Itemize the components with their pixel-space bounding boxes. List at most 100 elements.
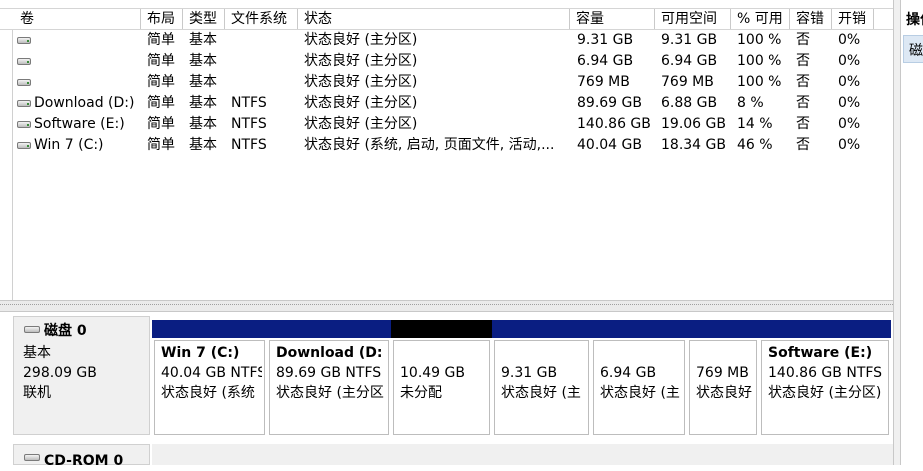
actions-splitter[interactable] [893, 0, 900, 465]
volume-row[interactable]: 简单 基本 状态良好 (主分区) 9.31 GB 9.31 GB 100 % 否 0% [0, 30, 893, 51]
disk-0-label[interactable]: 磁盘 0 基本 298.09 GB 联机 [13, 316, 150, 435]
partition-block[interactable]: 9.31 GB 状态良好 (主 [492, 320, 591, 437]
partition-size: 769 MB [696, 365, 749, 381]
volume-fault-tolerance: 否 [796, 116, 810, 132]
volume-row[interactable]: 简单 基本 状态良好 (主分区) 6.94 GB 6.94 GB 100 % 否 0% [0, 51, 893, 72]
unallocated-color-bar [391, 320, 492, 338]
volume-row[interactable]: Win 7 (C:) 简单 基本 NTFS 状态良好 (系统, 启动, 页面文件, 活动… [0, 135, 893, 156]
volume-overhead: 0% [838, 95, 861, 111]
partition-size: 140.86 GB NTFS [768, 365, 883, 381]
volume-percent-free: 46 % [737, 137, 773, 153]
volume-layout: 简单 [147, 95, 175, 111]
partition-status: 状态良好 (主分区 [276, 385, 384, 401]
disk-0-state: 联机 [23, 385, 51, 401]
volume-row[interactable]: 简单 基本 状态良好 (主分区) 769 MB 769 MB 100 % 否 0% [0, 72, 893, 93]
column-header-percent-free[interactable]: % 可用 [731, 9, 790, 29]
volume-type: 基本 [189, 137, 217, 153]
cdrom-0-name: CD-ROM 0 [44, 453, 124, 469]
volume-status: 状态良好 (系统, 启动, 页面文件, 活动,... [304, 137, 555, 153]
volume-fault-tolerance: 否 [796, 32, 810, 48]
volume-fault-tolerance: 否 [796, 53, 810, 69]
volume-name [34, 51, 141, 72]
primary-partition-color-bar [591, 320, 687, 338]
volume-capacity: 9.31 GB [577, 32, 634, 48]
partition-block[interactable]: Software (E:) 140.86 GB NTFS 状态良好 (主分区) [759, 320, 891, 437]
column-header-layout[interactable]: 布局 [141, 9, 183, 29]
primary-partition-color-bar [687, 320, 759, 338]
partition-status: 未分配 [400, 385, 442, 401]
volume-icon [17, 100, 31, 107]
volume-layout: 简单 [147, 53, 175, 69]
partition-status: 状态良好 (主 [501, 385, 581, 401]
volume-status: 状态良好 (主分区) [304, 32, 418, 48]
pane-splitter[interactable] [0, 300, 893, 312]
column-header-capacity[interactable]: 容量 [570, 9, 655, 29]
volume-filesystem: NTFS [231, 95, 267, 111]
volume-percent-free: 14 % [737, 116, 773, 132]
partition-block[interactable]: Download (D: 89.69 GB NTFS 状态良好 (主分区 [267, 320, 391, 437]
partition-size: 10.49 GB [400, 365, 465, 381]
partition-body: 6.94 GB 状态良好 (主 [593, 340, 685, 435]
cdrom-0-label[interactable]: CD-ROM 0 [13, 444, 150, 469]
partition-block[interactable]: 769 MB 状态良好 [687, 320, 759, 437]
column-header-filesystem[interactable]: 文件系统 [225, 9, 298, 29]
volume-icon [17, 142, 31, 149]
volume-capacity: 769 MB [577, 74, 630, 90]
partition-size: 6.94 GB [600, 365, 657, 381]
partition-body: Win 7 (C:) 40.04 GB NTFS 状态良好 (系统 [154, 340, 265, 435]
volume-overhead: 0% [838, 74, 861, 90]
action-item-disk[interactable]: 磁盘 [903, 35, 923, 63]
cdrom-icon [24, 454, 40, 461]
column-header-fault-tolerance[interactable]: 容错 [790, 9, 832, 29]
volume-overhead: 0% [838, 116, 861, 132]
volume-list-header: 卷 布局 类型 文件系统 状态 容量 可用空间 % 可用 容错 开销 [0, 8, 893, 30]
volume-icon [17, 58, 31, 65]
cdrom-0-area[interactable] [152, 444, 893, 465]
volume-free-space: 18.34 GB [661, 137, 726, 153]
volume-type: 基本 [189, 74, 217, 90]
primary-partition-color-bar [152, 320, 267, 338]
partition-status: 状态良好 (主分区) [768, 385, 882, 401]
volume-fault-tolerance: 否 [796, 137, 810, 153]
unallocated-space-block[interactable]: 10.49 GB 未分配 [391, 320, 492, 437]
column-header-volume[interactable]: 卷 [14, 9, 141, 29]
volume-overhead: 0% [838, 53, 861, 69]
hard-disk-icon [24, 326, 40, 333]
volume-filesystem [231, 51, 298, 72]
volume-overhead: 0% [838, 137, 861, 153]
volume-capacity: 6.94 GB [577, 53, 634, 69]
volume-status: 状态良好 (主分区) [304, 53, 418, 69]
volume-percent-free: 100 % [737, 32, 782, 48]
disk-0-type: 基本 [23, 345, 51, 361]
volume-row[interactable]: Download (D:) 简单 基本 NTFS 状态良好 (主分区) 89.69 GB 6… [0, 93, 893, 114]
partition-title: Download (D: [276, 345, 383, 361]
volume-status: 状态良好 (主分区) [304, 116, 418, 132]
volume-capacity: 89.69 GB [577, 95, 642, 111]
volume-layout: 简单 [147, 32, 175, 48]
column-header-free-space[interactable]: 可用空间 [655, 9, 731, 29]
partition-block[interactable]: Win 7 (C:) 40.04 GB NTFS 状态良好 (系统 [152, 320, 267, 437]
partition-block[interactable]: 6.94 GB 状态良好 (主 [591, 320, 687, 437]
volume-percent-free: 100 % [737, 53, 782, 69]
actions-pane: 操作 磁盘 [900, 0, 923, 465]
primary-partition-color-bar [492, 320, 591, 338]
partition-body: Software (E:) 140.86 GB NTFS 状态良好 (主分区) [761, 340, 889, 435]
volume-type: 基本 [189, 53, 217, 69]
volume-row[interactable]: Software (E:) 简单 基本 NTFS 状态良好 (主分区) 140.86 GB… [0, 114, 893, 135]
volume-overhead: 0% [838, 32, 861, 48]
primary-partition-color-bar [759, 320, 891, 338]
volume-layout: 简单 [147, 137, 175, 153]
partition-size: 89.69 GB NTFS [276, 365, 382, 381]
volume-filesystem: NTFS [231, 116, 267, 132]
volume-status: 状态良好 (主分区) [304, 95, 418, 111]
volume-capacity: 140.86 GB [577, 116, 651, 132]
volume-type: 基本 [189, 116, 217, 132]
volume-name: Download (D:) [34, 95, 135, 111]
column-header-type[interactable]: 类型 [183, 9, 225, 29]
volume-free-space: 6.88 GB [661, 95, 718, 111]
action-item-disk-label: 磁盘 [909, 43, 923, 59]
column-header-status[interactable]: 状态 [298, 9, 570, 29]
column-header-overhead[interactable]: 开销 [832, 9, 874, 29]
volume-layout: 简单 [147, 116, 175, 132]
volume-capacity: 40.04 GB [577, 137, 642, 153]
